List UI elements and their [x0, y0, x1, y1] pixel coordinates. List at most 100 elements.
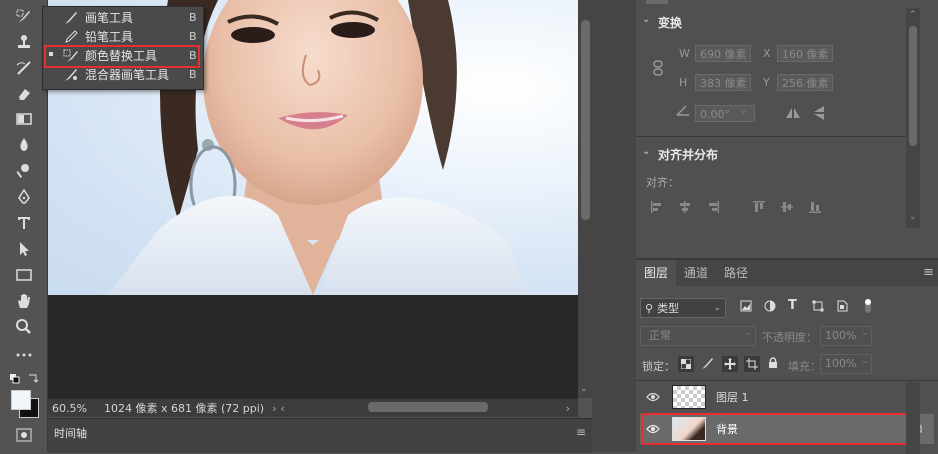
width-field[interactable]: 690 像素	[695, 45, 751, 62]
more-tools-icon[interactable]	[9, 344, 39, 366]
height-field[interactable]: 383 像素	[695, 74, 751, 91]
layers-panel: 图层 通道 路径 ≡ ⚲ 类型 ⌄ T 正常 ⌄ 不透明度： 100% ⌄ 锁定…	[636, 258, 938, 454]
align-left-icon[interactable]	[650, 200, 664, 217]
lock-artboard-icon[interactable]	[744, 356, 760, 372]
highlight-background-layer	[641, 413, 907, 445]
search-icon: ⚲	[645, 301, 654, 315]
zoom-tool-icon[interactable]	[9, 316, 39, 338]
angle-icon	[676, 104, 690, 119]
blend-dropdown-icon[interactable]: ⌄	[744, 328, 752, 338]
path-selection-icon[interactable]	[9, 238, 39, 260]
props-scroll-up-icon[interactable]: ⌃	[909, 10, 917, 20]
props-scroll-down-icon[interactable]: ⌄	[909, 212, 917, 222]
eraser-tool-icon[interactable]	[9, 83, 39, 105]
lock-transparent-icon[interactable]	[678, 356, 694, 372]
layer-name[interactable]: 图层 1	[716, 389, 749, 405]
align-bottom-icon[interactable]	[808, 200, 822, 217]
opacity-label: 不透明度：	[762, 331, 817, 344]
tab-paths[interactable]: 路径	[716, 260, 756, 286]
scroll-down-arrow-icon[interactable]: ⌄	[580, 384, 590, 394]
horizontal-scroll-thumb[interactable]	[368, 402, 488, 412]
collapse-transform-icon[interactable]: ⌄	[642, 14, 650, 25]
divider	[636, 136, 906, 137]
blend-mode-select[interactable]: 正常	[640, 326, 756, 346]
timeline-title[interactable]: 时间轴	[54, 425, 87, 441]
x-label: X	[763, 47, 771, 60]
divider	[636, 380, 938, 381]
lock-pixels-icon[interactable]	[700, 356, 714, 373]
vertical-scroll-thumb[interactable]	[581, 20, 590, 220]
lock-all-icon[interactable]	[768, 357, 778, 372]
filter-toggle-icon[interactable]	[864, 298, 872, 317]
lock-position-icon[interactable]	[722, 356, 738, 372]
fill-dropdown-icon[interactable]: ⌄	[861, 356, 869, 366]
foreground-color-swatch[interactable]	[11, 390, 31, 410]
flip-horizontal-icon[interactable]	[784, 106, 802, 123]
brush-icon	[61, 11, 81, 25]
layers-scrollbar[interactable]	[906, 382, 920, 454]
dodge-tool-icon[interactable]	[9, 160, 39, 182]
link-chain-icon[interactable]	[652, 60, 664, 79]
properties-panel: ⌄ 变换 W 690 像素 X 160 像素 H 383 像素 Y 256 像素…	[636, 0, 938, 258]
flyout-item-shortcut: B	[189, 68, 197, 81]
gradient-tool-icon[interactable]	[9, 108, 39, 130]
blur-tool-icon[interactable]	[9, 134, 39, 156]
brush-tool-icon[interactable]	[9, 6, 39, 28]
flyout-item-label: 混合器画笔工具	[85, 68, 170, 82]
filter-shape-icon[interactable]	[812, 300, 824, 315]
document-info: 1024 像素 x 681 像素 (72 ppi)	[104, 402, 265, 415]
filter-smart-object-icon[interactable]	[836, 300, 848, 315]
quick-mask-icon[interactable]	[16, 428, 32, 442]
collapse-align-icon[interactable]: ⌄	[642, 146, 650, 157]
status-menu-arrow-icon[interactable]: ›	[272, 402, 276, 415]
pencil-icon	[61, 29, 81, 44]
stamp-tool-icon[interactable]	[9, 31, 39, 53]
panel-menu-icon[interactable]: ≡	[576, 425, 586, 439]
align-middle-v-icon[interactable]	[780, 200, 794, 217]
layer-thumbnail	[672, 385, 706, 409]
y-label: Y	[763, 76, 770, 89]
angle-dropdown-icon[interactable]: ⌄	[740, 106, 748, 116]
align-title: 对齐并分布	[658, 148, 719, 162]
tab-channels[interactable]: 通道	[676, 260, 716, 286]
layers-menu-icon[interactable]: ≡	[923, 265, 934, 280]
align-top-icon[interactable]	[752, 200, 766, 217]
flip-vertical-icon[interactable]	[812, 104, 826, 125]
tab-layers[interactable]: 图层	[636, 260, 677, 286]
x-field[interactable]: 160 像素	[777, 45, 833, 62]
fill-label: 填充：	[788, 360, 821, 373]
hand-tool-icon[interactable]	[9, 290, 39, 312]
flyout-item-pencil[interactable]: 铅笔工具 B	[43, 27, 203, 46]
layer-row-layer1[interactable]: 图层 1	[640, 382, 934, 412]
flyout-item-shortcut: B	[189, 30, 197, 43]
properties-scroll-thumb[interactable]	[909, 26, 917, 146]
filter-kind-value: 类型	[657, 302, 680, 315]
zoom-level[interactable]: 60.5%	[52, 402, 92, 415]
flyout-item-brush[interactable]: 画笔工具 B	[43, 8, 203, 27]
mixer-brush-icon	[61, 68, 81, 82]
align-label: 对齐：	[646, 176, 679, 189]
rectangle-tool-icon[interactable]	[9, 264, 39, 286]
filter-pixel-icon[interactable]	[740, 300, 752, 315]
align-center-h-icon[interactable]	[678, 200, 692, 217]
filter-adjustment-icon[interactable]	[764, 300, 776, 315]
y-field[interactable]: 256 像素	[777, 74, 833, 91]
highlight-color-replacement	[44, 45, 200, 68]
swap-colors-icon[interactable]	[27, 372, 39, 384]
hscroll-left-arrow-icon[interactable]: ‹	[281, 402, 285, 415]
type-tool-icon[interactable]	[9, 212, 39, 234]
flyout-item-shortcut: B	[189, 11, 197, 24]
history-brush-icon[interactable]	[9, 57, 39, 79]
pen-tool-icon[interactable]	[9, 186, 39, 208]
hscroll-right-arrow-icon[interactable]: ›	[566, 402, 570, 415]
visibility-eye-icon[interactable]	[646, 392, 660, 402]
layer-filter-select[interactable]: ⚲ 类型 ⌄	[640, 298, 726, 318]
align-right-icon[interactable]	[706, 200, 720, 217]
toolbar	[0, 0, 48, 452]
filter-type-icon[interactable]: T	[788, 298, 797, 313]
opacity-dropdown-icon[interactable]: ⌄	[861, 328, 869, 338]
default-colors-icon[interactable]	[10, 373, 20, 384]
h-label: H	[679, 76, 688, 89]
status-bar: 60.5% 1024 像素 x 681 像素 (72 ppi) › ‹ ›	[48, 398, 578, 417]
w-label: W	[679, 47, 690, 60]
